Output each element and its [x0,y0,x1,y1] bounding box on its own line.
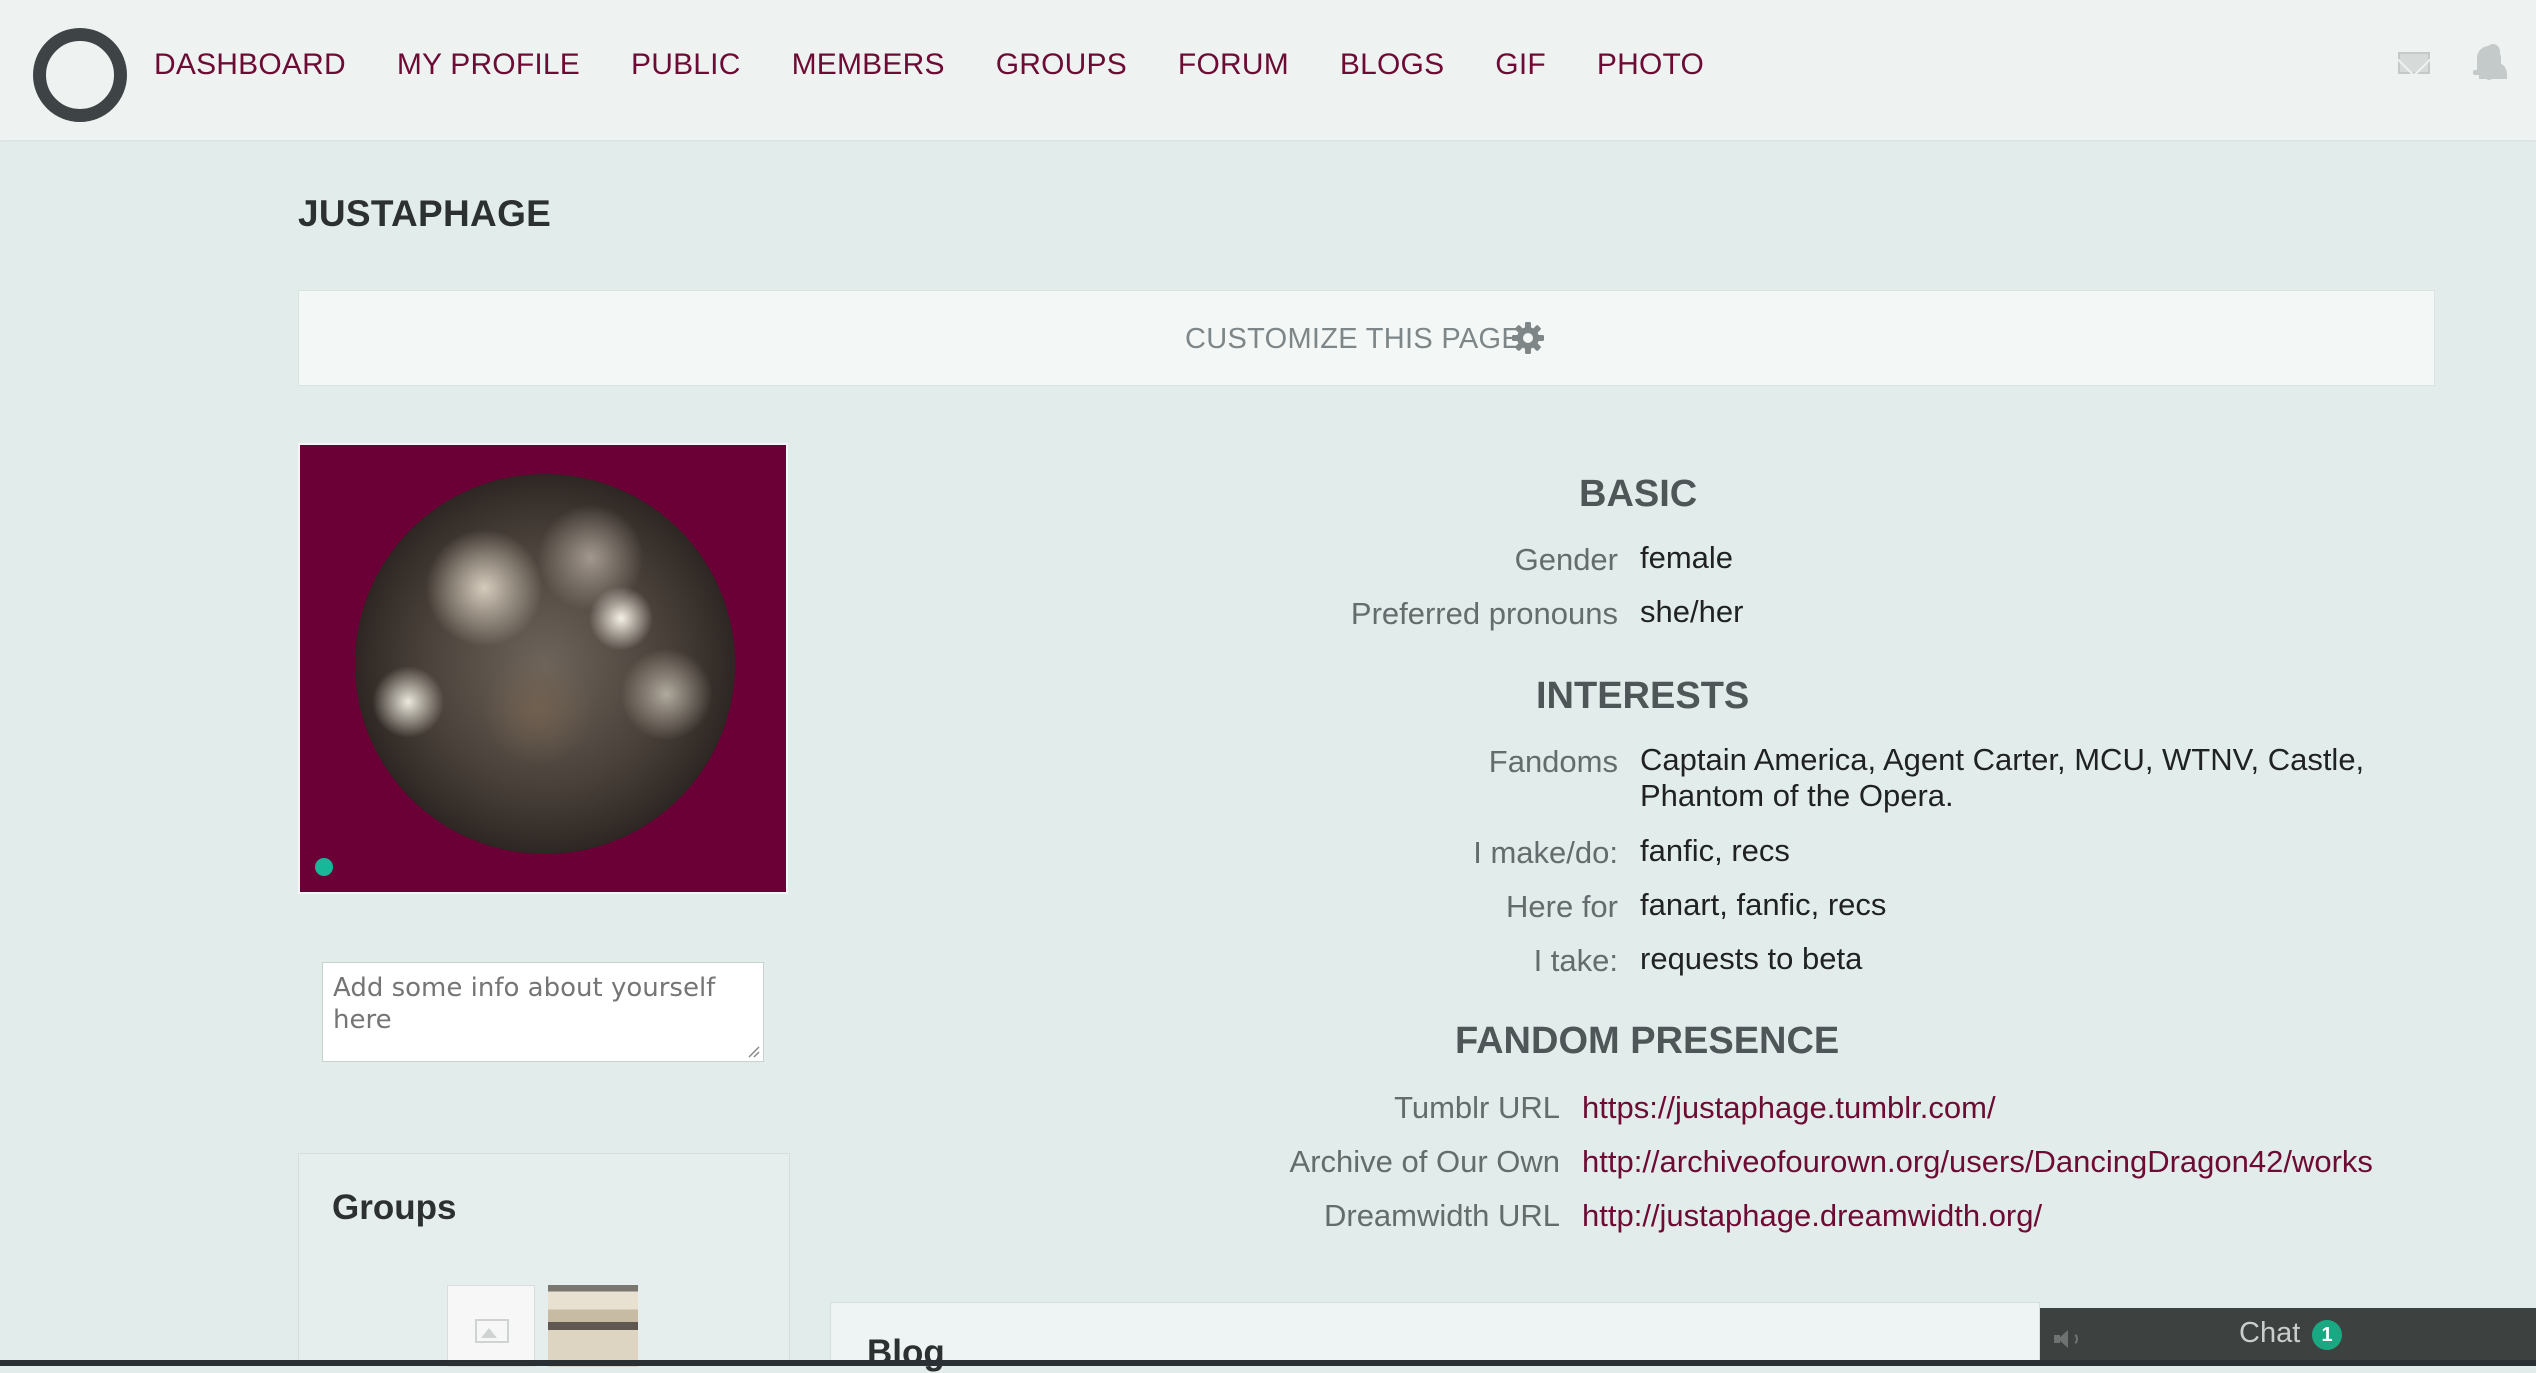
user-icon[interactable] [2478,44,2508,80]
window-bottom-edge [0,1360,2536,1366]
fandoms-label: Fandoms [1488,744,1618,779]
about-yourself-textarea[interactable] [322,962,764,1062]
gender-label: Gender [1514,542,1618,577]
nav-gif[interactable]: GIF [1495,48,1546,82]
pronouns-label: Preferred pronouns [1350,596,1618,631]
mail-icon[interactable] [2398,52,2430,74]
nav-my-profile[interactable]: MY PROFILE [397,48,580,82]
pronouns-value: she/her [1640,594,1744,629]
customize-page-button[interactable]: CUSTOMIZE THIS PAGE [298,290,2435,386]
chat-bar[interactable]: Chat 1 [2040,1308,2536,1366]
gear-icon [1512,322,1544,354]
chat-label: Chat [2239,1317,2301,1349]
gender-value: female [1640,540,1734,575]
nav-blogs[interactable]: BLOGS [1340,48,1444,82]
resize-grip-icon[interactable] [746,1044,760,1058]
groups-title: Groups [332,1188,457,1227]
page-title: JUSTAPHAGE [298,193,552,234]
profile-avatar[interactable] [298,443,788,894]
make-do-label: I make/do: [1473,835,1618,870]
blog-card: Blog [830,1302,2040,1372]
site-logo[interactable] [33,28,127,122]
i-take-value: requests to beta [1640,941,1863,976]
make-do-value: fanfic, recs [1640,833,1790,868]
online-status-indicator [315,858,333,876]
main-menu: DASHBOARD MY PROFILE PUBLIC MEMBERS GROU… [154,48,1755,82]
ao3-link[interactable]: http://archiveofourown.org/users/Dancing… [1582,1144,2373,1180]
top-navigation-bar: DASHBOARD MY PROFILE PUBLIC MEMBERS GROU… [0,0,2536,140]
here-for-label: Here for [1506,889,1618,924]
tumblr-url-link[interactable]: https://justaphage.tumblr.com/ [1582,1090,1996,1126]
blog-title: Blog [867,1333,945,1372]
chat-unread-badge: 1 [2312,1320,2342,1350]
groups-card: Groups [298,1153,790,1367]
nav-groups[interactable]: GROUPS [996,48,1127,82]
nav-dashboard[interactable]: DASHBOARD [154,48,346,82]
group-thumbnail[interactable] [447,1285,535,1367]
dreamwidth-url-label: Dreamwidth URL [1323,1198,1560,1233]
ao3-label: Archive of Our Own [1289,1144,1560,1179]
nav-forum[interactable]: FORUM [1178,48,1289,82]
dreamwidth-url-link[interactable]: http://justaphage.dreamwidth.org/ [1582,1198,2042,1234]
interests-heading: INTERESTS [1536,675,1750,717]
fandom-presence-heading: FANDOM PRESENCE [1455,1020,1840,1062]
nav-public[interactable]: PUBLIC [631,48,741,82]
i-take-label: I take: [1533,943,1618,978]
avatar-photo [355,474,735,854]
speaker-icon[interactable] [2054,1330,2080,1348]
customize-label: CUSTOMIZE THIS PAGE [1185,323,1522,355]
fandoms-value: Captain America, Agent Carter, MCU, WTNV… [1640,742,2365,777]
tumblr-url-label: Tumblr URL [1394,1090,1560,1125]
group-thumbnail[interactable] [548,1285,638,1367]
image-placeholder-icon [475,1319,509,1343]
fandoms-value-line2: Phantom of the Opera. [1640,778,1954,813]
here-for-value: fanart, fanfic, recs [1640,887,1887,922]
basic-heading: BASIC [1579,473,1698,515]
nav-members[interactable]: MEMBERS [792,48,945,82]
nav-photo[interactable]: PHOTO [1597,48,1704,82]
